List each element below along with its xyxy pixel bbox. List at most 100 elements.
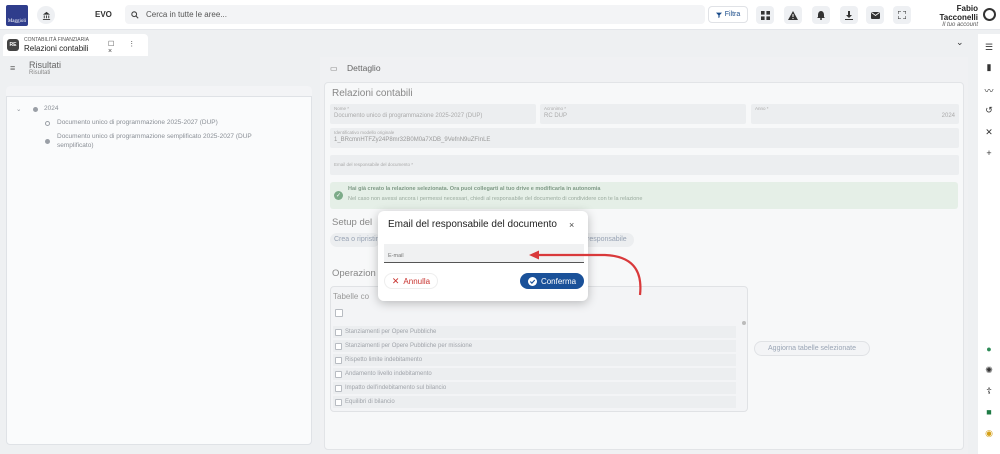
info-message: Hai già creato la relazione selezionata.… xyxy=(348,186,601,192)
fullscreen-button[interactable] xyxy=(893,6,911,24)
user-name: Fabio Tacconelli xyxy=(939,4,978,22)
row-checkbox[interactable] xyxy=(335,342,342,350)
mail-icon xyxy=(870,11,880,19)
tree-node-dot xyxy=(33,107,38,112)
bell-icon xyxy=(817,10,825,20)
apps-grid-button[interactable] xyxy=(756,6,774,24)
create-restore-button[interactable]: Crea o ripristina xyxy=(330,233,380,247)
fullscreen-icon xyxy=(898,11,906,19)
row-checkbox[interactable] xyxy=(335,328,342,336)
original-id-label: Identificativo modello originale xyxy=(334,130,395,135)
annotation-arrow xyxy=(529,250,642,296)
table-row-label: Equilibri di bilancio xyxy=(345,399,395,405)
search-placeholder: Cerca in tutte le aree... xyxy=(146,10,227,19)
right-sidebar: ☰ ▮ 〰 ↺ ✕ + ● ✺ ☦ ■ ◉ xyxy=(978,34,1000,454)
grid-icon xyxy=(760,10,770,20)
owner-email-field[interactable]: Email del responsabile del documento * xyxy=(330,155,959,175)
user-subtitle: Il tuo account xyxy=(942,22,978,28)
table-row-label: Rispetto limite indebitamento xyxy=(345,357,423,363)
year-field-label: Anno * xyxy=(755,106,769,111)
tab-category: CONTABILITÀ FINANZIARIA xyxy=(24,37,89,43)
table-row[interactable]: Stanziamenti per Opere Pubbliche xyxy=(333,326,736,338)
bookmark-icon[interactable]: ▮ xyxy=(983,62,995,73)
tree-node-dot xyxy=(45,139,50,144)
app-name: EVO xyxy=(95,10,112,19)
close-icon[interactable]: × xyxy=(569,220,574,230)
check-circle-icon: ✓ xyxy=(334,191,343,200)
table-row-label: Impatto dell'indebitamento sul bilancio xyxy=(345,385,447,391)
table-row[interactable]: Equilibri di bilancio xyxy=(333,396,736,408)
table-row-label: Stanziamenti per Opere Pubbliche xyxy=(345,329,437,335)
tree-item-dup[interactable]: Documento unico di programmazione 2025-2… xyxy=(57,119,218,126)
home-button[interactable] xyxy=(37,6,55,24)
cancel-button[interactable]: ✕ Annulla xyxy=(384,273,438,289)
acronym-field-value: RC DUP xyxy=(544,113,568,119)
tree-year[interactable]: 2024 xyxy=(44,105,58,112)
scrollbar-thumb[interactable] xyxy=(742,321,746,325)
account-icon[interactable] xyxy=(983,8,996,21)
history-icon[interactable]: ↺ xyxy=(983,105,995,116)
tree-expand-icon[interactable]: ⌄ xyxy=(16,105,21,113)
row-checkbox[interactable] xyxy=(335,370,342,378)
select-all-checkbox[interactable] xyxy=(335,309,343,317)
dialog-title: Email del responsabile del documento xyxy=(388,219,557,230)
operations-section-title: Operazion xyxy=(332,268,376,279)
table-row[interactable]: Impatto dell'indebitamento sul bilancio xyxy=(333,382,736,394)
global-search[interactable]: Cerca in tutte le aree... xyxy=(125,5,705,24)
original-id-value: 1_BRcmnHTFZy24P8mr32B0M0a7XDB_9VefnN9uZF… xyxy=(334,137,491,143)
chat-icon[interactable]: ■ xyxy=(983,407,995,417)
tree-item-dup-semplificato-cont[interactable]: semplificato) xyxy=(57,142,93,149)
row-checkbox[interactable] xyxy=(335,398,342,406)
tab-controls[interactable]: ☐ ⋮ × xyxy=(108,40,148,55)
row-checkbox[interactable] xyxy=(335,384,342,392)
search-icon xyxy=(131,10,139,19)
table-row[interactable]: Rispetto limite indebitamento xyxy=(333,354,736,366)
gear-icon[interactable]: ✺ xyxy=(983,365,995,376)
help-icon[interactable]: ◉ xyxy=(983,428,995,439)
tab-relazioni-contabili[interactable]: RE CONTABILITÀ FINANZIARIA Relazioni con… xyxy=(3,34,148,56)
download-icon xyxy=(845,10,853,20)
setup-section-title: Setup del xyxy=(332,217,373,228)
chevron-down-icon[interactable]: ⌄ xyxy=(956,37,964,48)
location-icon[interactable]: ● xyxy=(983,344,995,354)
download-button[interactable] xyxy=(840,6,858,24)
list-icon: ≡ xyxy=(10,63,16,73)
update-tables-button[interactable]: Aggiorna tabelle selezionate xyxy=(754,341,870,356)
tools-icon[interactable]: ✕ xyxy=(983,127,995,138)
filter-button[interactable]: Filtra xyxy=(708,6,748,23)
year-field[interactable]: Anno * 2024 xyxy=(751,104,959,124)
results-tree-header xyxy=(6,86,312,97)
name-field[interactable]: Nome * Documento unico di programmazione… xyxy=(330,104,536,124)
owner-email-label: Email del responsabile del documento * xyxy=(334,162,414,167)
tree-item-dup-semplificato[interactable]: Documento unico di programmazione sempli… xyxy=(57,133,252,140)
accessibility-icon[interactable]: ☦ xyxy=(983,386,995,397)
messages-button[interactable] xyxy=(866,6,884,24)
tree-radio[interactable] xyxy=(45,121,50,126)
acronym-field-label: Acronimo * xyxy=(544,106,567,111)
tables-title: Tabelle co xyxy=(333,292,370,301)
filter-icon xyxy=(715,12,722,18)
warning-icon xyxy=(788,10,798,20)
cancel-label: Annulla xyxy=(403,276,431,286)
list-settings-icon[interactable]: ☰ xyxy=(983,42,995,53)
detail-title: Dettaglio xyxy=(347,63,381,73)
acronym-field[interactable]: Acronimo * RC DUP xyxy=(540,104,746,124)
table-row[interactable]: Stanziamenti per Opere Pubbliche per mis… xyxy=(333,340,736,352)
logo-text: Maggioli xyxy=(7,19,27,24)
trend-icon[interactable]: 〰 xyxy=(983,84,995,97)
section-title: Relazioni contabili xyxy=(332,88,413,99)
row-checkbox[interactable] xyxy=(335,356,342,364)
filter-label: Filtra xyxy=(724,11,741,18)
results-title: Risultati xyxy=(29,60,62,70)
name-field-label: Nome * xyxy=(334,106,350,111)
info-message-secondary: Nel caso non avessi ancora i permessi ne… xyxy=(348,196,643,202)
year-field-value: 2024 xyxy=(941,113,955,119)
add-icon[interactable]: + xyxy=(983,148,995,158)
close-icon: ✕ xyxy=(391,275,400,286)
notifications-button[interactable] xyxy=(812,6,830,24)
table-row[interactable]: Andamento livello indebitamento xyxy=(333,368,736,380)
maggioli-logo[interactable]: Maggioli xyxy=(6,5,28,26)
warnings-button[interactable] xyxy=(784,6,802,24)
user-menu[interactable]: Fabio Tacconelli Il tuo account xyxy=(918,4,978,28)
original-id-field[interactable]: Identificativo modello originale 1_BRcmn… xyxy=(330,128,959,148)
